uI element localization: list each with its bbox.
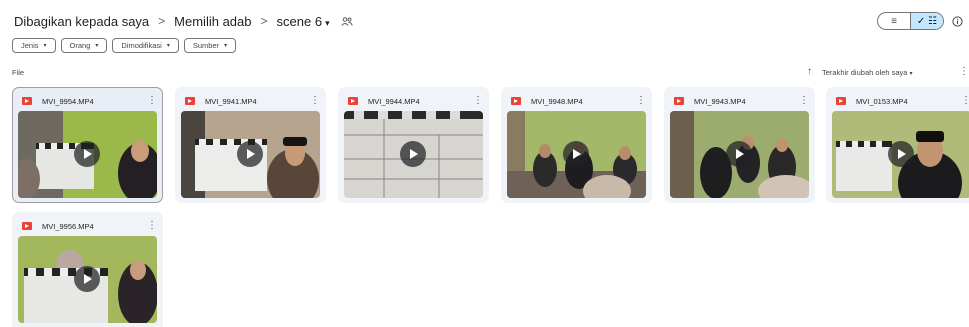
video-thumbnail [670, 111, 809, 198]
video-file-icon [836, 97, 846, 105]
current-folder-name: scene 6 [276, 13, 323, 29]
play-icon[interactable] [726, 141, 752, 167]
sort-more-options-button[interactable]: ⋮ [959, 66, 969, 77]
file-card[interactable]: MVI_9956.MP4 ⋮ [12, 212, 163, 327]
sort-direction-button[interactable]: ↑ [807, 66, 812, 77]
video-file-icon [674, 97, 684, 105]
file-name: MVI_9948.MP4 [531, 96, 583, 106]
info-button[interactable] [950, 14, 964, 28]
more-options-button[interactable]: ⋮ [147, 95, 157, 107]
breadcrumb-separator: > [158, 14, 166, 28]
breadcrumb-shared-with-me[interactable]: Dibagikan kepada saya [12, 14, 151, 29]
file-card[interactable]: MVI_9943.MP4 ⋮ [664, 87, 815, 203]
chevron-down-icon: ▾ [95, 43, 99, 49]
more-options-button[interactable]: ⋮ [473, 95, 483, 107]
file-name: MVI_9954.MP4 [42, 96, 94, 106]
play-icon[interactable] [74, 141, 100, 167]
file-card-header: MVI_0153.MP4 ⋮ [836, 95, 969, 107]
chevron-down-icon: ▾ [166, 43, 170, 49]
breadcrumb-separator: > [260, 14, 268, 28]
file-card-header: MVI_9943.MP4 ⋮ [674, 95, 809, 107]
more-options-button[interactable]: ⋮ [147, 220, 157, 232]
filter-label: Dimodifikasi [121, 41, 162, 50]
video-thumbnail [18, 236, 157, 323]
sort-label: Terakhir diubah oleh saya [822, 68, 908, 77]
file-name: MVI_9956.MP4 [42, 221, 94, 231]
video-thumbnail [18, 111, 157, 198]
breadcrumb-memilih-adab[interactable]: Memilih adab [172, 14, 253, 29]
video-thumbnail [344, 111, 483, 198]
filter-label: Orang [69, 41, 91, 50]
play-icon[interactable] [74, 266, 100, 292]
video-file-icon [348, 97, 358, 105]
video-file-icon [511, 97, 521, 105]
check-icon: ✓ [916, 15, 926, 27]
file-card-header: MVI_9956.MP4 ⋮ [22, 220, 157, 232]
video-thumbnail [832, 111, 969, 198]
file-card-header: MVI_9948.MP4 ⋮ [511, 95, 646, 107]
file-card[interactable]: MVI_9948.MP4 ⋮ [501, 87, 652, 203]
video-file-icon [185, 97, 195, 105]
breadcrumb-current-folder[interactable]: scene 6 ▾ [275, 14, 332, 29]
sort-dropdown[interactable]: Terakhir diubah oleh saya ▾ [822, 68, 913, 77]
play-icon[interactable] [563, 141, 589, 167]
more-options-button[interactable]: ⋮ [636, 95, 646, 107]
play-icon[interactable] [237, 141, 263, 167]
play-icon[interactable] [888, 141, 914, 167]
list-icon: ≡ [891, 15, 897, 27]
list-view-button[interactable]: ≡ [878, 13, 910, 29]
more-options-button[interactable]: ⋮ [799, 95, 809, 107]
chevron-down-icon: ▾ [909, 71, 913, 77]
chevron-down-icon: ▾ [43, 43, 47, 49]
people-icon [341, 16, 353, 26]
file-name: MVI_9944.MP4 [368, 96, 420, 106]
grid-icon: ☷ [928, 15, 938, 27]
file-name: MVI_9941.MP4 [205, 96, 257, 106]
file-card-header: MVI_9941.MP4 ⋮ [185, 95, 320, 107]
file-card-header: MVI_9944.MP4 ⋮ [348, 95, 483, 107]
breadcrumb: Dibagikan kepada saya > Memilih adab > s… [12, 11, 353, 31]
file-card[interactable]: MVI_9954.MP4 ⋮ [12, 87, 163, 203]
video-file-icon [22, 97, 32, 105]
filter-type-chip[interactable]: Jenis ▾ [12, 38, 56, 53]
play-icon[interactable] [400, 141, 426, 167]
filter-label: Sumber [192, 41, 220, 50]
file-name: MVI_0153.MP4 [856, 96, 908, 106]
view-toggle: ≡ ✓ ☷ [877, 12, 944, 30]
grid-view-button[interactable]: ✓ ☷ [910, 13, 943, 29]
chevron-down-icon: ▾ [325, 17, 330, 28]
video-thumbnail [181, 111, 320, 198]
more-options-button[interactable]: ⋮ [961, 95, 969, 107]
filter-modified-chip[interactable]: Dimodifikasi ▾ [112, 38, 179, 53]
filter-bar: Jenis ▾ Orang ▾ Dimodifikasi ▾ Sumber ▾ [12, 38, 237, 53]
video-thumbnail [507, 111, 646, 198]
file-card[interactable]: MVI_9944.MP4 ⋮ [338, 87, 489, 203]
file-card[interactable]: MVI_0153.MP4 ⋮ [826, 87, 969, 203]
section-label-files: File [12, 68, 25, 77]
file-card[interactable]: MVI_9941.MP4 ⋮ [175, 87, 326, 203]
file-card-header: MVI_9954.MP4 ⋮ [22, 95, 157, 107]
filter-people-chip[interactable]: Orang ▾ [60, 38, 108, 53]
more-options-button[interactable]: ⋮ [310, 95, 320, 107]
file-name: MVI_9943.MP4 [694, 96, 746, 106]
filter-label: Jenis [21, 41, 39, 50]
filter-source-chip[interactable]: Sumber ▾ [183, 38, 237, 53]
info-icon [951, 15, 963, 27]
chevron-down-icon: ▾ [224, 43, 228, 49]
video-file-icon [22, 222, 32, 230]
